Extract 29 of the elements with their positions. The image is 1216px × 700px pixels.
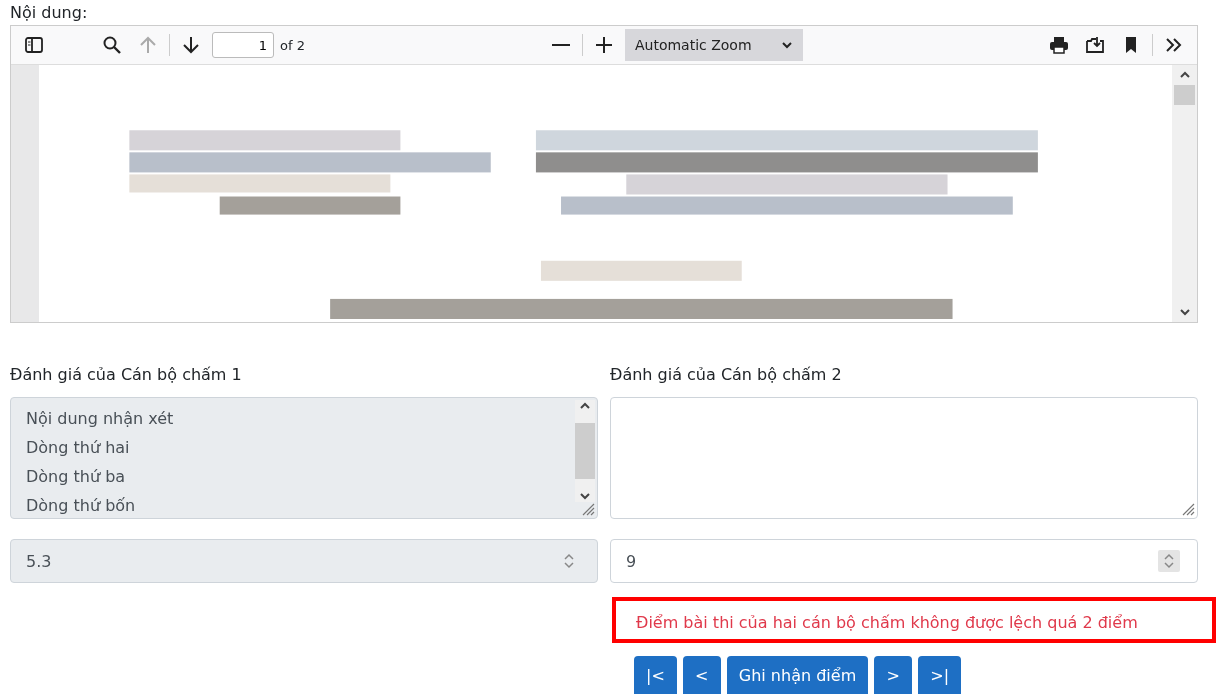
nav-button[interactable]: >| [918,656,961,694]
nav-button[interactable]: > [874,656,913,694]
search-icon [102,35,122,55]
grader-label: Đánh giá của Cán bộ chấm 2 [610,364,843,386]
print-icon [1049,35,1069,55]
chevron-down-icon [1178,306,1191,318]
comment-field[interactable] [610,397,1198,519]
page-number-field[interactable]: 1 [212,32,274,58]
nav-button[interactable]: < [682,656,721,694]
down-arrow-icon [181,35,201,55]
scrollbar-thumb[interactable] [1174,85,1195,105]
plus-icon [593,35,614,55]
error-message: Điểm bài thi của hai cán bộ chấm không được lệch quá 2 điểm [612,597,1216,643]
nav-button[interactable]: |< [634,656,677,694]
content-label: Nội dung: [9,2,89,24]
resize-grip-icon[interactable] [1181,502,1195,516]
folder-download-icon [1085,35,1105,55]
up-arrow-icon [138,35,158,55]
zoom-dropdown[interactable]: Automatic Zoom [624,29,803,61]
sidebar-toggle-icon [24,35,44,55]
page-count: of 2 [280,37,305,53]
minus-icon [551,44,570,46]
nav-button[interactable]: Ghi nhận điểm [726,656,869,694]
chevron-down-icon [780,39,793,51]
spinner-icon[interactable] [1158,550,1180,572]
grader-label: Đánh giá của Cán bộ chấm 1 [10,364,243,386]
chevron-down-icon [579,490,591,502]
score-field[interactable]: 9 [610,539,1198,583]
scrollbar[interactable] [1172,65,1197,322]
